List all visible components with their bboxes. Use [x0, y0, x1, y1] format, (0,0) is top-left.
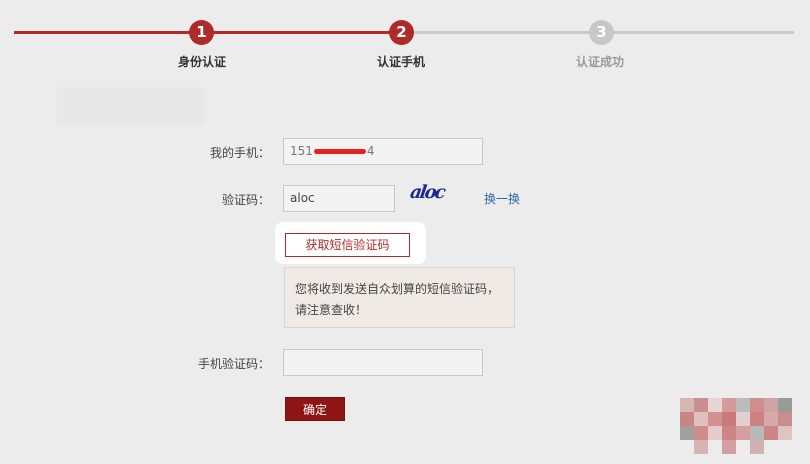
sms-tip-line-1: 您将收到发送自众划算的短信验证码， [295, 282, 500, 296]
captcha-label: 验证码： [221, 193, 270, 207]
placeholder-box [57, 87, 205, 125]
sms-tip-box: 您将收到发送自众划算的短信验证码， 请注意查收！ [284, 267, 515, 328]
send-sms-code-button[interactable]: 获取短信验证码 [285, 233, 410, 257]
step-1-label: 身份认证 [177, 55, 226, 69]
step-3-label: 认证成功 [575, 55, 624, 69]
step-2-marker: 2 [389, 20, 414, 45]
confirm-button[interactable]: 确定 [285, 397, 345, 421]
phone-suffix: 4 [366, 144, 375, 158]
refresh-captcha-link[interactable]: 换一换 [484, 190, 520, 207]
step-3-marker: 3 [589, 20, 614, 45]
phone-mask [313, 149, 366, 154]
phone-field: 151 4 [283, 138, 483, 165]
step-2-label: 认证手机 [376, 55, 425, 69]
captcha-input[interactable]: aloc [283, 185, 395, 212]
phone-prefix: 151 [290, 144, 313, 158]
step-1-marker: 1 [189, 20, 214, 45]
sms-code-label: 手机验证码： [197, 357, 270, 371]
captcha-image[interactable]: aloc [408, 182, 453, 206]
mosaic-watermark [680, 398, 800, 458]
sms-code-input[interactable] [283, 349, 483, 376]
phone-label: 我的手机： [209, 146, 270, 160]
sms-tip-line-2: 请注意查收！ [295, 303, 368, 317]
